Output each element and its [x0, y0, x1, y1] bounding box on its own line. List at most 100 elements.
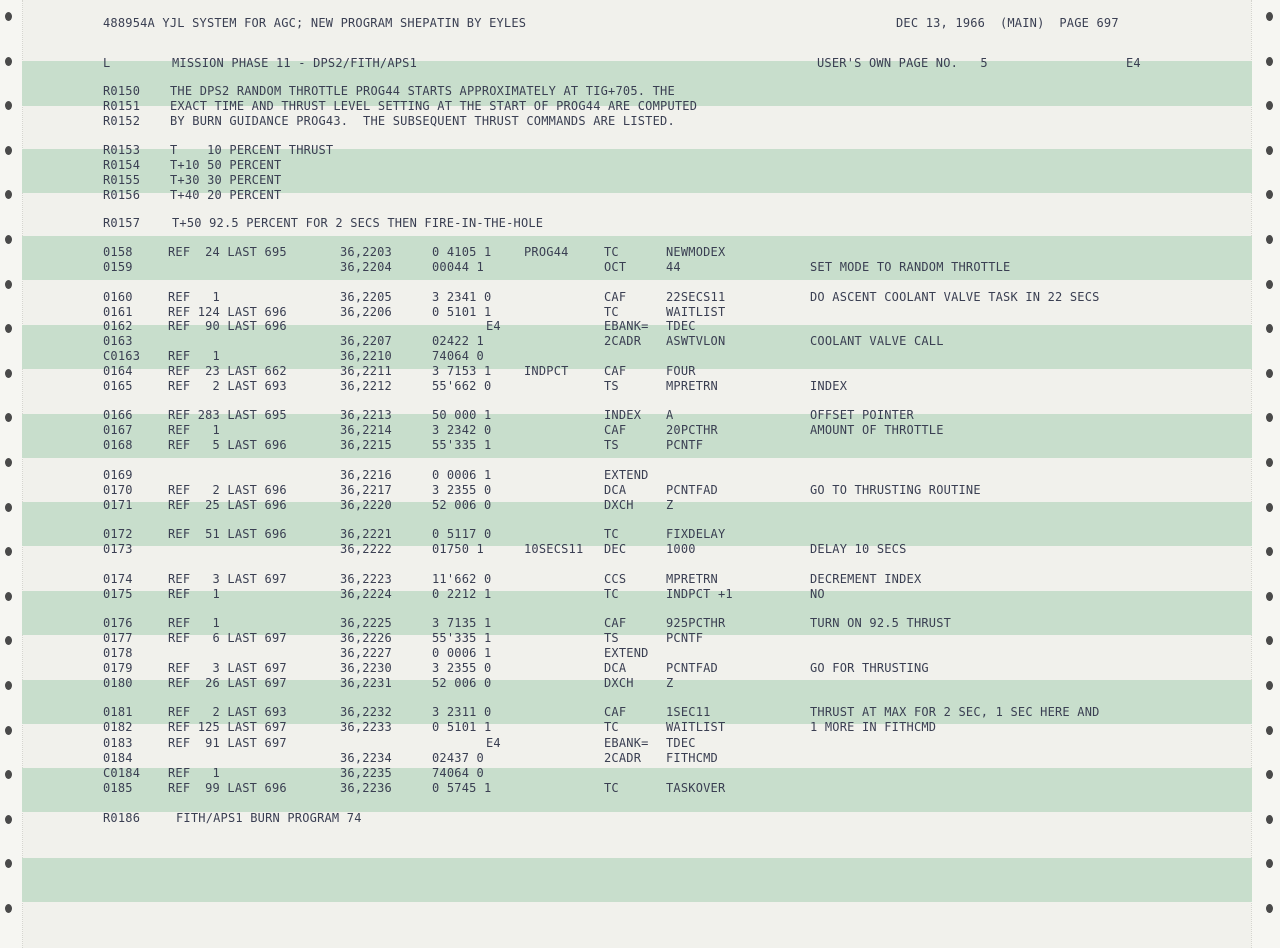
- operand: FIXDELAY: [666, 527, 726, 541]
- operand: WAITLIST: [666, 720, 726, 734]
- subheader-label: L: [103, 56, 111, 70]
- ref-column: REF 1: [168, 766, 220, 780]
- comment: DO ASCENT COOLANT VALVE TASK IN 22 SECS: [810, 290, 1100, 304]
- remark-id: R0155: [103, 173, 141, 187]
- operand: NEWMODEX: [666, 245, 726, 259]
- opcode: DXCH: [604, 498, 634, 512]
- operand: MPRETRN: [666, 572, 718, 586]
- line-number: 0177: [103, 631, 133, 645]
- operand: 20PCTHR: [666, 423, 718, 437]
- ref-column: REF 1: [168, 587, 220, 601]
- remark-text: FITH/APS1 BURN PROGRAM 74: [176, 811, 362, 825]
- page-tag: E4: [1126, 56, 1141, 70]
- line-number: 0181: [103, 705, 133, 719]
- operand: Z: [666, 676, 674, 690]
- remark-id: R0152: [103, 114, 141, 128]
- line-number: 0160: [103, 290, 133, 304]
- opcode: CAF: [604, 616, 627, 630]
- address: 36,2216: [340, 468, 392, 482]
- comment: NO: [810, 587, 825, 601]
- octal-word: 55'335 1: [432, 631, 492, 645]
- octal-word: 01750 1: [432, 542, 484, 556]
- operand: FITHCMD: [666, 751, 718, 765]
- comment: INDEX: [810, 379, 848, 393]
- address: 36,2232: [340, 705, 392, 719]
- tractor-hole: [1266, 681, 1273, 690]
- comment: DELAY 10 SECS: [810, 542, 907, 556]
- tractor-hole: [5, 725, 12, 735]
- tractor-hole: [5, 368, 12, 378]
- left-tractor-edge: [0, 0, 23, 948]
- address: 36,2212: [340, 379, 392, 393]
- line-number: 0185: [103, 781, 133, 795]
- octal-word: 52 006 0: [432, 498, 492, 512]
- ref-column: REF 2 LAST 693: [168, 705, 287, 719]
- remark-text: THE DPS2 RANDOM THROTTLE PROG44 STARTS A…: [170, 84, 675, 98]
- ref-column: REF 1: [168, 349, 220, 363]
- ref-column: REF 99 LAST 696: [168, 781, 287, 795]
- operand: TDEC: [666, 319, 696, 333]
- tractor-hole: [5, 681, 12, 690]
- operand: TDEC: [666, 736, 696, 750]
- octal-word: 3 2355 0: [432, 483, 492, 497]
- symbol-label: 10SECS11: [524, 542, 584, 556]
- mission-phase-title: MISSION PHASE 11 - DPS2/FITH/APS1: [172, 56, 418, 70]
- address: 36,2230: [340, 661, 392, 675]
- tractor-hole: [1266, 145, 1273, 155]
- tractor-hole: [1266, 591, 1273, 601]
- greenbar-band: [22, 858, 1252, 902]
- line-number: 0164: [103, 364, 133, 378]
- symbol-label: INDPCT: [524, 364, 569, 378]
- opcode: EBANK=: [604, 736, 649, 750]
- address: 36,2220: [340, 498, 392, 512]
- users-own-page: USER'S OWN PAGE NO. 5: [817, 56, 988, 70]
- operand: Z: [666, 498, 674, 512]
- address: 36,2203: [340, 245, 392, 259]
- opcode: EXTEND: [604, 646, 649, 660]
- tractor-hole: [1266, 279, 1273, 289]
- octal-word: 0 5745 1: [432, 781, 492, 795]
- address: 36,2225: [340, 616, 392, 630]
- opcode: TS: [604, 379, 619, 393]
- comment: SET MODE TO RANDOM THROTTLE: [810, 260, 1011, 274]
- operand: WAITLIST: [666, 305, 726, 319]
- right-tractor-edge: [1251, 0, 1280, 948]
- tractor-hole: [5, 235, 12, 244]
- opcode: DEC: [604, 542, 627, 556]
- octal-word: 3 7135 1: [432, 616, 492, 630]
- ref-column: REF 5 LAST 696: [168, 438, 287, 452]
- address: 36,2210: [340, 349, 392, 363]
- operand: PCNTF: [666, 438, 704, 452]
- line-number: 0176: [103, 616, 133, 630]
- ref-column: REF 90 LAST 696: [168, 319, 287, 333]
- tractor-hole: [5, 279, 12, 289]
- ref-column: REF 1: [168, 616, 220, 630]
- opcode: TC: [604, 720, 619, 734]
- address: 36,2234: [340, 751, 392, 765]
- line-number: 0182: [103, 720, 133, 734]
- address: 36,2215: [340, 438, 392, 452]
- line-number: 0167: [103, 423, 133, 437]
- address: 36,2227: [340, 646, 392, 660]
- operand: PCNTFAD: [666, 483, 718, 497]
- tractor-hole: [5, 458, 12, 467]
- ref-column: REF 2 LAST 696: [168, 483, 287, 497]
- opcode: TC: [604, 305, 619, 319]
- octal-word: 02437 0: [432, 751, 484, 765]
- line-number: 0169: [103, 468, 133, 482]
- line-number: 0184: [103, 751, 133, 765]
- octal-word: 02422 1: [432, 334, 484, 348]
- operand: 44: [666, 260, 681, 274]
- line-number: 0180: [103, 676, 133, 690]
- opcode: EBANK=: [604, 319, 649, 333]
- remark-text: T+30 30 PERCENT: [170, 173, 282, 187]
- tractor-hole: [1266, 368, 1273, 378]
- remark-id: R0186: [103, 811, 141, 825]
- octal-word: E4: [486, 736, 501, 750]
- operand: FOUR: [666, 364, 696, 378]
- tractor-hole: [5, 591, 12, 601]
- line-number: 0174: [103, 572, 133, 586]
- octal-word: 3 2355 0: [432, 661, 492, 675]
- tractor-hole: [1266, 458, 1273, 467]
- remark-text: T+10 50 PERCENT: [170, 158, 282, 172]
